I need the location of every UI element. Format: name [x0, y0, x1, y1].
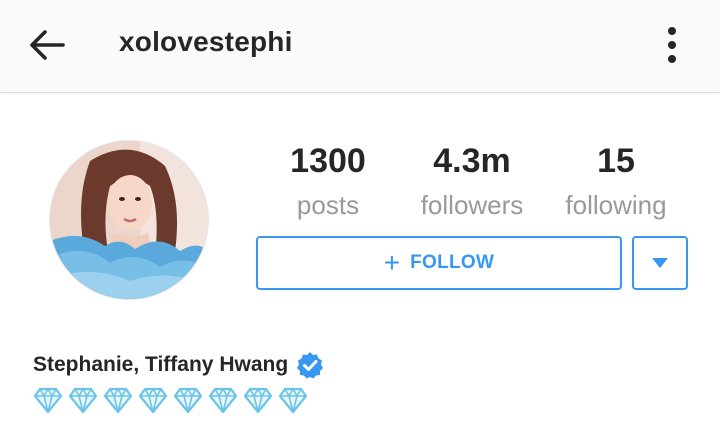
profile-full-name-row: Stephanie, Tiffany Hwang	[33, 351, 324, 379]
diamond-emoji-icon	[243, 387, 273, 414]
stat-posts: 1300 posts	[258, 142, 398, 220]
followers-count: 4.3m	[433, 142, 511, 180]
following-count: 15	[597, 142, 635, 180]
follow-label: FOLLOW	[410, 252, 495, 273]
diamond-emoji-icon	[278, 387, 308, 414]
suggested-accounts-dropdown-button[interactable]	[632, 236, 688, 290]
follow-button[interactable]: + FOLLOW	[256, 236, 622, 290]
followers-label: followers	[420, 190, 524, 220]
more-vertical-icon	[668, 27, 676, 63]
plus-icon: +	[383, 247, 401, 278]
posts-count: 1300	[290, 142, 366, 180]
diamond-emoji-icon	[33, 387, 63, 414]
diamond-emoji-icon	[103, 387, 133, 414]
profile-username: xolovestephi	[119, 26, 293, 57]
top-bar: xolovestephi	[0, 0, 720, 93]
diamond-emoji-icon	[68, 387, 98, 414]
diamond-emoji-icon	[138, 387, 168, 414]
following-label: following	[565, 190, 667, 220]
stat-following[interactable]: 15 following	[546, 142, 686, 220]
caret-down-icon	[652, 258, 668, 268]
stat-followers[interactable]: 4.3m followers	[402, 142, 542, 220]
bio-emoji-row	[33, 386, 313, 414]
more-options-button[interactable]	[652, 22, 692, 68]
profile-full-name: Stephanie, Tiffany Hwang	[33, 353, 289, 376]
profile-avatar[interactable]	[49, 140, 209, 300]
diamond-emoji-icon	[173, 387, 203, 414]
posts-label: posts	[296, 190, 360, 220]
arrow-left-icon	[30, 30, 65, 60]
back-button[interactable]	[22, 22, 72, 68]
diamond-emoji-icon	[208, 387, 238, 414]
verified-badge-icon	[297, 352, 324, 379]
